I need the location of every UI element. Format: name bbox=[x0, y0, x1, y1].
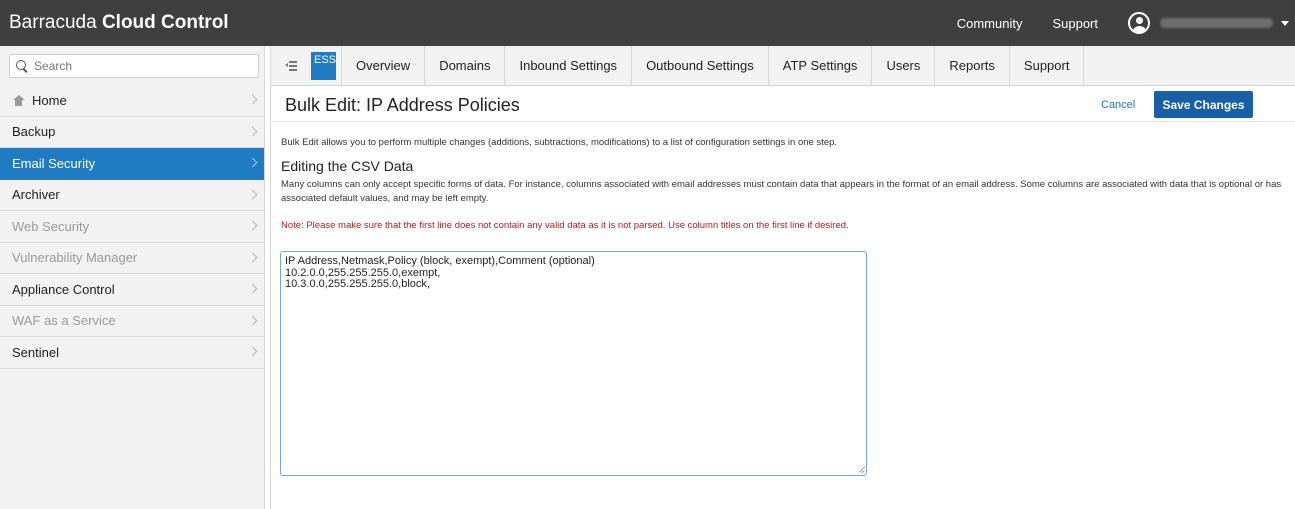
csv-data-textarea[interactable]: IP Address,Netmask,Policy (block, exempt… bbox=[280, 251, 867, 476]
sidebar: Search Home Backup Email Security Archiv… bbox=[0, 46, 265, 509]
tab-support[interactable]: Support bbox=[1008, 46, 1085, 85]
sidebar-item-label: Home bbox=[32, 92, 67, 108]
sidebar-item-web-security[interactable]: Web Security bbox=[0, 211, 264, 243]
sidebar-item-home[interactable]: Home bbox=[0, 85, 264, 117]
community-link[interactable]: Community bbox=[957, 16, 1023, 31]
chevron-right-icon bbox=[247, 283, 258, 294]
sidebar-list: Home Backup Email Security Archiver Web … bbox=[0, 85, 264, 369]
sidebar-item-label: Appliance Control bbox=[12, 281, 115, 297]
search-icon bbox=[16, 60, 28, 72]
sidebar-item-waf-as-a-service[interactable]: WAF as a Service bbox=[0, 306, 264, 337]
tab-overview[interactable]: Overview bbox=[341, 46, 424, 85]
sidebar-item-appliance-control[interactable]: Appliance Control bbox=[0, 274, 264, 306]
tab-outbound-settings[interactable]: Outbound Settings bbox=[631, 46, 768, 85]
support-link[interactable]: Support bbox=[1052, 16, 1098, 31]
home-icon bbox=[12, 94, 25, 106]
sidebar-item-label: Sentinel bbox=[12, 344, 59, 360]
collapse-menu-icon bbox=[285, 61, 297, 71]
tab-reports[interactable]: Reports bbox=[934, 46, 1009, 85]
brand-product: Cloud Control bbox=[101, 12, 229, 33]
tab-users[interactable]: Users bbox=[871, 46, 934, 85]
brand-name: Barracuda bbox=[9, 12, 97, 33]
collapse-sidebar-button[interactable] bbox=[271, 46, 311, 85]
page-title: Bulk Edit: IP Address Policies bbox=[285, 95, 520, 115]
top-bar: Barracuda Cloud Control Community Suppor… bbox=[0, 0, 1295, 46]
search-placeholder: Search bbox=[34, 59, 73, 73]
tab-inbound-settings[interactable]: Inbound Settings bbox=[504, 46, 631, 85]
chevron-right-icon bbox=[247, 252, 258, 262]
user-avatar-icon[interactable] bbox=[1128, 12, 1150, 34]
sidebar-item-sentinel[interactable]: Sentinel bbox=[0, 337, 264, 369]
ess-badge[interactable]: ESS bbox=[311, 52, 336, 80]
sidebar-item-archiver[interactable]: Archiver bbox=[0, 180, 264, 211]
brand-logo[interactable]: Barracuda Cloud Control bbox=[9, 12, 229, 34]
chevron-right-icon bbox=[247, 94, 258, 105]
chevron-down-icon[interactable] bbox=[1281, 20, 1289, 26]
page-header: Bulk Edit: IP Address Policies Cancel Sa… bbox=[271, 86, 1295, 122]
sidebar-item-label: Email Security bbox=[12, 155, 96, 171]
chevron-right-icon bbox=[247, 126, 258, 136]
save-changes-button[interactable]: Save Changes bbox=[1154, 91, 1253, 118]
intro-text: Bulk Edit allows you to perform multiple… bbox=[281, 137, 838, 148]
chevron-right-icon bbox=[247, 189, 258, 199]
resize-handle-icon[interactable] bbox=[856, 465, 865, 474]
warning-note: Note: Please make sure that the first li… bbox=[281, 220, 849, 231]
sidebar-item-vulnerability-manager[interactable]: Vulnerability Manager bbox=[0, 243, 264, 274]
chevron-right-icon bbox=[247, 220, 258, 231]
search-input[interactable]: Search bbox=[9, 54, 259, 78]
chevron-right-icon bbox=[247, 315, 258, 325]
tab-atp-settings[interactable]: ATP Settings bbox=[767, 46, 872, 85]
sidebar-item-backup[interactable]: Backup bbox=[0, 117, 264, 148]
chevron-right-icon bbox=[247, 157, 258, 168]
sidebar-item-label: Web Security bbox=[12, 218, 90, 234]
tab-domains[interactable]: Domains bbox=[424, 46, 504, 85]
sidebar-item-email-security[interactable]: Email Security bbox=[0, 148, 264, 180]
section-description: Many columns can only accept specific fo… bbox=[281, 179, 1282, 204]
sidebar-item-label: Archiver bbox=[12, 187, 60, 203]
sidebar-item-label: Backup bbox=[12, 124, 56, 140]
top-nav: Community Support bbox=[957, 0, 1295, 46]
sidebar-item-label: WAF as a Service bbox=[12, 313, 116, 329]
cancel-button[interactable]: Cancel bbox=[1101, 99, 1135, 111]
sidebar-item-label: Vulnerability Manager bbox=[12, 250, 138, 266]
user-name-redacted[interactable] bbox=[1160, 18, 1273, 28]
chevron-right-icon bbox=[247, 346, 258, 357]
section-title: Editing the CSV Data bbox=[281, 158, 414, 174]
main-content: ESS Overview Domains Inbound Settings Ou… bbox=[270, 46, 1295, 509]
tab-bar: ESS Overview Domains Inbound Settings Ou… bbox=[271, 46, 1295, 86]
